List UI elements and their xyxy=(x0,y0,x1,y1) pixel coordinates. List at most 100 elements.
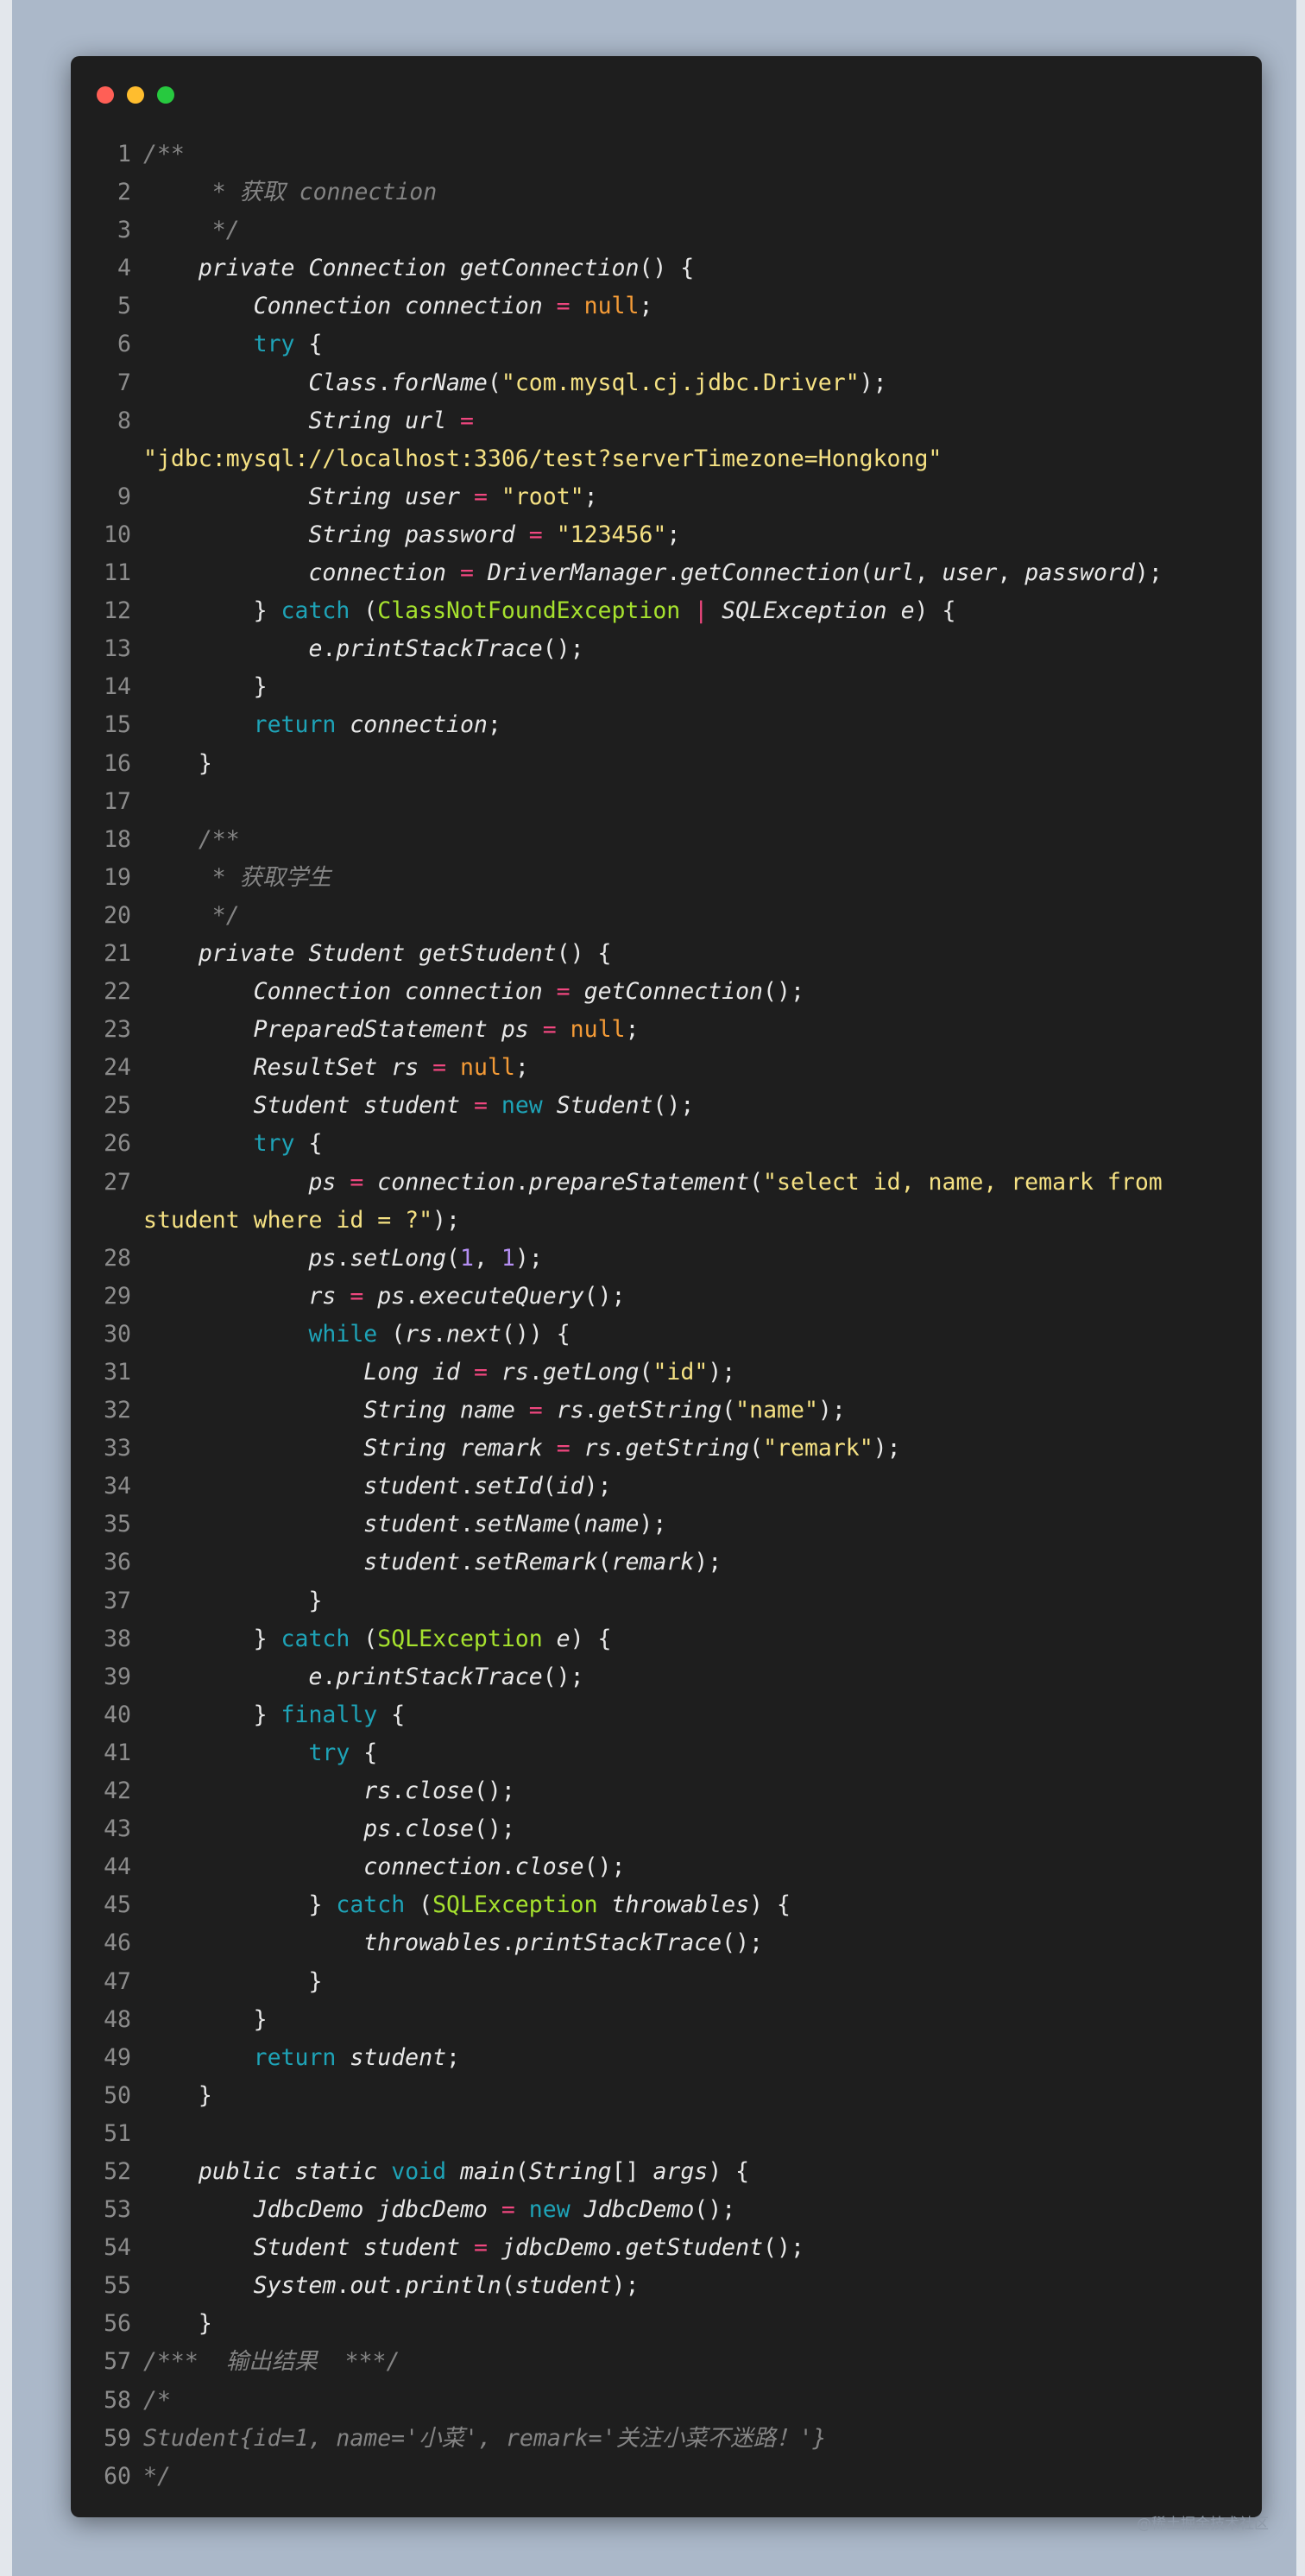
code-token: SQLException xyxy=(432,1891,598,1919)
line-number: 29 xyxy=(104,1282,131,1310)
code-token: } xyxy=(143,1891,337,1919)
close-button[interactable] xyxy=(97,86,114,104)
line-number: 38 xyxy=(104,1625,131,1652)
code-token: connection xyxy=(377,1168,515,1196)
code-text: */ xyxy=(131,2458,1262,2496)
code-text: /* xyxy=(131,2382,1262,2420)
code-token: (); xyxy=(583,1282,626,1310)
line-number: 57 xyxy=(104,2348,131,2376)
line-number: 52 xyxy=(104,2157,131,2185)
line-number: 42 xyxy=(104,1777,131,1805)
line-number xyxy=(71,440,131,478)
maximize-button[interactable] xyxy=(157,86,174,104)
code-window: 1/** 2 * 获取 connection 3 */4 private Conne… xyxy=(71,56,1262,2517)
code-token: name xyxy=(459,1397,515,1424)
line-number: 24 xyxy=(104,1054,131,1082)
code-text: String url = xyxy=(131,402,1262,440)
code-token: ) { xyxy=(570,1625,612,1652)
minimize-button[interactable] xyxy=(127,86,144,104)
code-line: 28 ps.setLong(1, 1); xyxy=(71,1240,1262,1278)
code-token: next xyxy=(446,1320,501,1348)
line-number: 3 xyxy=(117,217,131,244)
code-line: 31 Long id = rs.getLong("id"); xyxy=(71,1354,1262,1392)
code-token: ps xyxy=(363,1815,392,1843)
code-line: 36 student.setRemark(remark); xyxy=(71,1544,1262,1582)
line-number: 31 xyxy=(104,1359,131,1386)
code-line: 35 student.setName(name); xyxy=(71,1506,1262,1544)
code-token: (); xyxy=(542,1663,584,1690)
line-number: 11 xyxy=(104,559,131,587)
code-token: rs xyxy=(405,1320,433,1348)
line-number: 16 xyxy=(104,749,131,777)
code-token: ); xyxy=(817,1397,846,1424)
code-token: . xyxy=(666,559,681,587)
code-token: = xyxy=(528,1397,543,1424)
line-number: 9 xyxy=(117,483,131,510)
code-token: forName xyxy=(391,369,488,396)
code-token: id xyxy=(556,1473,584,1500)
code-text: throwables.printStackTrace(); xyxy=(131,1924,1262,1962)
code-token: setRemark xyxy=(473,1549,598,1576)
code-line: 53 JdbcDemo jdbcDemo = new JdbcDemo(); xyxy=(71,2191,1262,2229)
code-text: e.printStackTrace(); xyxy=(131,630,1262,668)
code-token: new xyxy=(501,1092,543,1120)
line-number: 26 xyxy=(104,1130,131,1158)
code-line: 15 return connection; xyxy=(71,706,1262,744)
code-line: 43 ps.close(); xyxy=(71,1810,1262,1848)
code-token: url xyxy=(873,559,915,587)
code-token: executeQuery xyxy=(419,1282,584,1310)
code-line: 44 connection.close(); xyxy=(71,1848,1262,1886)
code-text: } xyxy=(131,668,1262,706)
code-token: null xyxy=(460,1054,515,1082)
code-token: */ xyxy=(143,901,240,929)
line-number: 33 xyxy=(104,1435,131,1462)
line-number: 40 xyxy=(104,1701,131,1728)
code-line: 21 private Student getStudent() { xyxy=(71,935,1262,973)
code-token: . xyxy=(501,1853,515,1881)
code-line: 9 String user = "root"; xyxy=(71,478,1262,516)
code-token: String xyxy=(528,2157,612,2185)
code-text: String user = "root"; xyxy=(131,478,1262,516)
code-token: ps xyxy=(501,1016,529,1044)
code-token: static xyxy=(294,2157,378,2185)
code-token: . xyxy=(336,1244,350,1272)
code-token: ); xyxy=(611,2272,640,2300)
line-number: 56 xyxy=(104,2310,131,2338)
code-token: Connection xyxy=(253,293,392,320)
line-number: 28 xyxy=(104,1244,131,1272)
code-line: 56 } xyxy=(71,2305,1262,2343)
code-text: while (rs.next()) { xyxy=(131,1316,1262,1354)
code-token: (); xyxy=(694,2196,736,2224)
code-line: 51 xyxy=(71,2115,1262,2153)
line-number: 47 xyxy=(104,1967,131,1995)
